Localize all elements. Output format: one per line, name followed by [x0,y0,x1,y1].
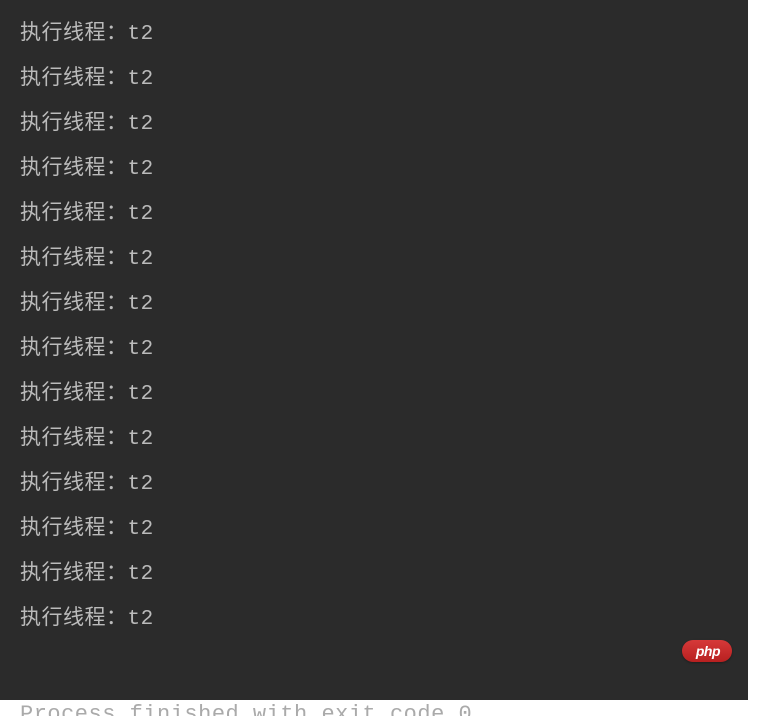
console-line: 执行线程：t2 [20,417,748,462]
console-line: 执行线程：t2 [20,192,748,237]
console-output: 执行线程：t2执行线程：t2执行线程：t2执行线程：t2执行线程：t2执行线程：… [0,0,748,700]
console-line: 执行线程：t2 [20,597,748,642]
exit-message: Process finished with exit code 0 [20,692,748,716]
console-line: 执行线程：t2 [20,237,748,282]
console-line: 执行线程：t2 [20,12,748,57]
blank-line [20,642,748,687]
console-line: 执行线程：t2 [20,147,748,192]
watermark: php [682,640,728,662]
console-line: 执行线程：t2 [20,327,748,372]
console-line: 执行线程：t2 [20,102,748,147]
watermark-badge: php [682,640,732,662]
console-line: 执行线程：t2 [20,372,748,417]
console-line: 执行线程：t2 [20,282,748,327]
console-line: 执行线程：t2 [20,462,748,507]
console-line: 执行线程：t2 [20,57,748,102]
console-line: 执行线程：t2 [20,552,748,597]
console-line: 执行线程：t2 [20,507,748,552]
